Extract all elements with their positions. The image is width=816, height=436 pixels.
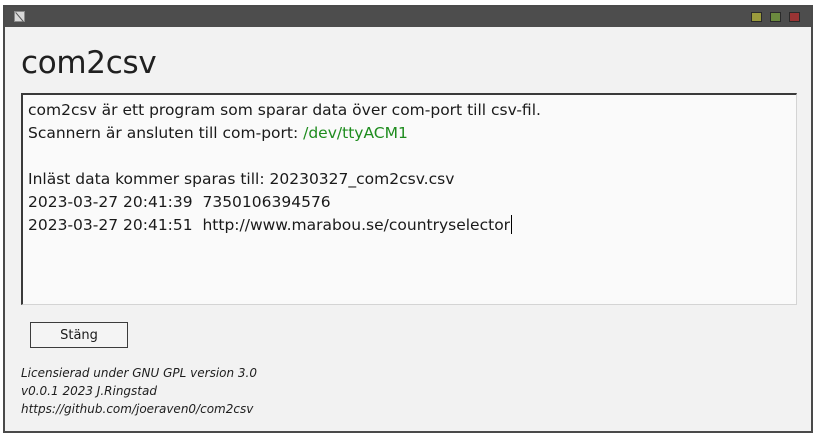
title-bar[interactable] (5, 7, 811, 27)
footer-info: Licensierad under GNU GPL version 3.0 v0… (21, 364, 257, 418)
version-text: v0.0.1 2023 J.Ringstad (21, 384, 157, 398)
port-label: Scannern är ansluten till com-port: (28, 124, 304, 142)
close-button[interactable]: Stäng (30, 322, 128, 348)
app-icon (14, 11, 25, 22)
license-text: Licensierad under GNU GPL version 3.0 (21, 366, 258, 380)
port-line: Scannern är ansluten till com-port: /dev… (28, 122, 796, 145)
save-file-line: Inläst data kommer sparas till: 20230327… (28, 170, 455, 188)
log-textarea[interactable]: com2csv är ett program som sparar data ö… (21, 93, 797, 305)
minimize-icon[interactable] (751, 12, 762, 22)
repo-url: https://github.com/joeraven0/com2csv (21, 402, 254, 416)
log-entry: 2023-03-27 20:41:39 7350106394576 (28, 193, 331, 211)
close-icon[interactable] (789, 12, 800, 22)
text-caret (511, 215, 513, 234)
page-title: com2csv (21, 45, 157, 81)
log-entry-with-caret: 2023-03-27 20:41:51 http://www.marabou.s… (28, 214, 796, 237)
intro-line: com2csv är ett program som sparar data ö… (28, 101, 541, 119)
log-entry: 2023-03-27 20:41:51 http://www.marabou.s… (28, 216, 511, 234)
port-value: /dev/ttyACM1 (303, 124, 408, 142)
app-window: com2csv com2csv är ett program som spara… (3, 5, 813, 433)
maximize-icon[interactable] (770, 12, 781, 22)
